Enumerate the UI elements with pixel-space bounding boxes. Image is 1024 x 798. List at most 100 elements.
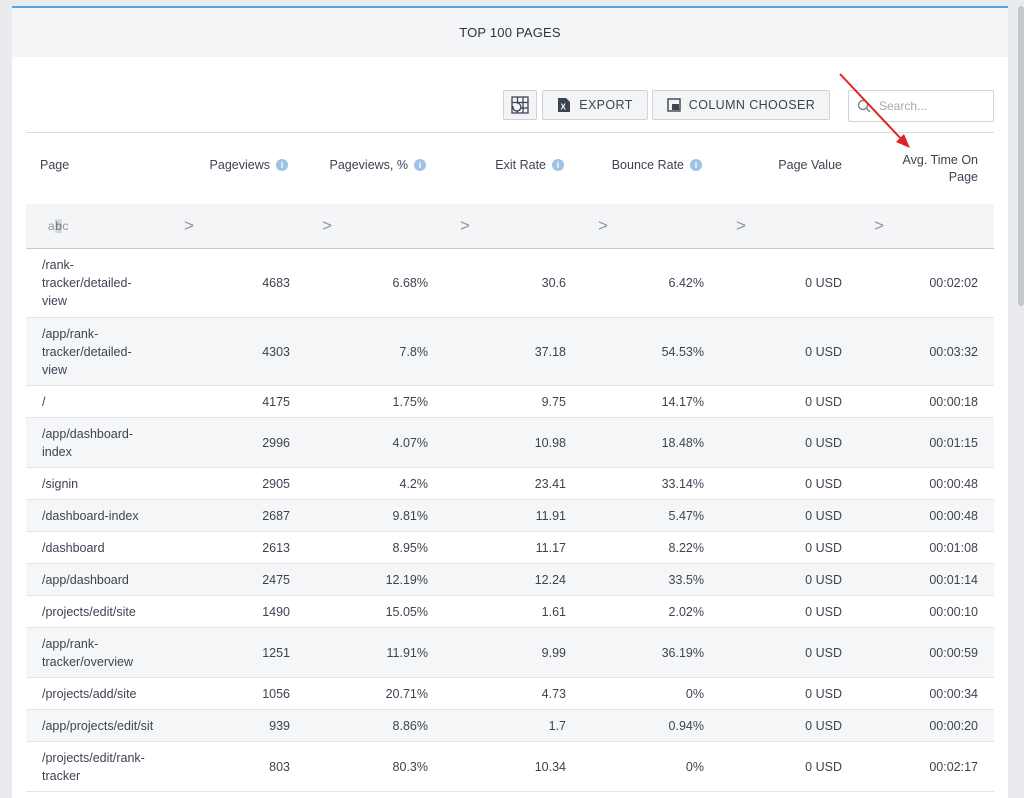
table-row[interactable]: /app/projects/edit/sit 939 8.86% 1.7 0.94% 0 …: [26, 710, 994, 742]
scrollbar[interactable]: [1018, 6, 1024, 306]
cell-avg-time: 00:01:15: [929, 435, 978, 450]
cell-pageviews: 4175: [262, 394, 290, 409]
cell-exit-rate: 1.7: [548, 718, 566, 733]
text-filter-icon[interactable]: abc: [48, 219, 69, 233]
cell-exit-rate: 11.91: [535, 508, 566, 523]
cell-avg-time: 00:02:02: [929, 276, 978, 290]
export-button[interactable]: X EXPORT: [542, 90, 648, 120]
table-row[interactable]: /app/dashboard-index 2996 4.07% 10.98 18.48%…: [26, 418, 994, 468]
column-header-exit-rate[interactable]: Exit Rate i: [430, 158, 564, 172]
cell-pageviews-pct: 80.3%: [392, 759, 428, 774]
cell-pageviews-pct: 8.95%: [392, 540, 428, 555]
cell-pageviews-pct: 4.07%: [392, 435, 428, 450]
filter-operator[interactable]: >: [598, 216, 608, 236]
cell-avg-time: 00:02:17: [929, 759, 978, 774]
cell-exit-rate: 10.34: [534, 759, 566, 774]
info-icon[interactable]: i: [414, 159, 426, 171]
cell-page-value: 0 USD: [805, 759, 842, 774]
cell-page-value: 0 USD: [805, 508, 842, 523]
cell-bounce-rate: 6.42%: [668, 276, 704, 290]
cell-page: /projects/add/site: [42, 686, 137, 701]
table-row[interactable]: /dashboard-index 2687 9.81% 11.91 5.47% 0 USD…: [26, 500, 994, 532]
cell-exit-rate: 1.61: [541, 604, 566, 619]
cell-page-value: 0 USD: [805, 686, 842, 701]
cell-exit-rate: 11.17: [535, 540, 566, 555]
cell-page: /dashboard: [42, 540, 105, 555]
column-header-bounce-rate[interactable]: Bounce Rate i: [568, 158, 702, 172]
cell-pageviews: 1056: [262, 686, 290, 701]
cell-page: /: [42, 394, 46, 409]
cell-exit-rate: 4.73: [541, 686, 566, 701]
cell-avg-time: 00:00:10: [929, 604, 978, 619]
filter-operator[interactable]: >: [322, 216, 332, 236]
filter-operator[interactable]: >: [874, 216, 884, 236]
table-row[interactable]: / 4175 1.75% 9.75 14.17% 0 USD 00:00:18: [26, 386, 994, 418]
cell-bounce-rate: 36.19%: [661, 645, 704, 660]
cell-pageviews-pct: 12.19%: [385, 572, 428, 587]
info-icon[interactable]: i: [552, 159, 564, 171]
info-icon[interactable]: i: [690, 159, 702, 171]
table-row[interactable]: /app/rank-tracker/detailed-view 4303 7.8% 3…: [26, 318, 994, 386]
column-header-pageviews-pct[interactable]: Pageviews, % i: [292, 158, 426, 172]
cell-pageviews: 1490: [262, 604, 290, 619]
table-row[interactable]: /signin 2905 4.2% 23.41 33.14% 0 USD 00:00:48: [26, 468, 994, 500]
filter-operator[interactable]: >: [460, 216, 470, 236]
column-header-label: Exit Rate: [495, 158, 546, 172]
cell-page-value: 0 USD: [805, 604, 842, 619]
filter-operator[interactable]: >: [736, 216, 746, 236]
cell-pageviews-pct: 4.2%: [399, 476, 429, 491]
cell-avg-time: 00:00:48: [929, 476, 978, 491]
cell-page-value: 0 USD: [805, 540, 842, 555]
filter-row: abc > > > > > >: [26, 204, 994, 249]
filter-operator[interactable]: >: [184, 216, 194, 236]
cell-avg-time: 00:00:59: [929, 645, 978, 660]
table-row[interactable]: /dashboard 2613 8.95% 11.17 8.22% 0 USD 00:01:…: [26, 532, 994, 564]
cell-pageviews-pct: 15.05%: [385, 604, 428, 619]
column-header-page[interactable]: Page: [40, 158, 160, 172]
info-icon[interactable]: i: [276, 159, 288, 171]
cell-page: /dashboard-index: [42, 508, 139, 523]
column-header-pageviews[interactable]: Pageviews i: [162, 158, 288, 172]
cell-page-value: 0 USD: [805, 572, 842, 587]
table-row[interactable]: /projects/edit/rank-tracker 803 80.3% 10.34…: [26, 742, 994, 792]
cell-exit-rate: 12.24: [534, 572, 566, 587]
cell-avg-time: 00:01:14: [929, 572, 978, 587]
column-header-label: Bounce Rate: [611, 158, 684, 172]
table-row[interactable]: /app/dashboard 2475 12.19% 12.24 33.5% 0 USD 0…: [26, 564, 994, 596]
cell-exit-rate: 30.6: [541, 276, 566, 290]
grid-reset-button[interactable]: [503, 90, 537, 120]
column-header-label: Page: [40, 158, 70, 172]
cell-pageviews-pct: 8.86%: [392, 718, 428, 733]
cell-pageviews-pct: 20.71%: [385, 686, 428, 701]
table-row[interactable]: /app/rank-tracker/overview 1251 11.91% 9.99…: [26, 628, 994, 678]
cell-page-value: 0 USD: [805, 344, 842, 359]
cell-page: /app/rank-tracker/overview: [42, 636, 133, 669]
cell-page-value: 0 USD: [805, 718, 842, 733]
cell-bounce-rate: 2.02%: [668, 604, 704, 619]
cell-bounce-rate: 54.53%: [661, 344, 704, 359]
column-header-page-value[interactable]: Page Value: [706, 158, 842, 172]
cell-bounce-rate: 0%: [685, 686, 704, 701]
cell-page: /signin: [42, 476, 79, 491]
cell-pageviews: 803: [269, 759, 290, 774]
column-chooser-icon: [667, 98, 681, 112]
cell-pageviews: 2475: [262, 572, 290, 587]
cell-pageviews-pct: 9.81%: [392, 508, 428, 523]
column-chooser-button[interactable]: COLUMN CHOOSER: [652, 90, 830, 120]
cell-page-value: 0 USD: [805, 476, 842, 491]
cell-pageviews: 2905: [262, 476, 290, 491]
cell-pageviews: 2996: [262, 435, 290, 450]
table-row[interactable]: /projects/add/site 1056 20.71% 4.73 0% 0 USD 0…: [26, 678, 994, 710]
cell-page: /app/projects/edit/sit: [42, 718, 154, 733]
cell-avg-time: 00:00:20: [929, 718, 978, 733]
cell-page-value: 0 USD: [805, 394, 842, 409]
cell-avg-time: 00:01:08: [929, 540, 978, 555]
table-row[interactable]: /rank-tracker/detailed-view 4683 6.68% 30.6…: [26, 249, 994, 318]
cell-bounce-rate: 0%: [685, 759, 704, 774]
cell-pageviews: 2687: [262, 508, 290, 523]
grid-reset-icon: [511, 96, 529, 114]
cell-pageviews: 939: [269, 718, 290, 733]
cell-bounce-rate: 33.5%: [668, 572, 704, 587]
table-row[interactable]: /projects/edit/site 1490 15.05% 1.61 2.02% 0 …: [26, 596, 994, 628]
cell-page: /rank-tracker/detailed-view: [42, 258, 132, 308]
